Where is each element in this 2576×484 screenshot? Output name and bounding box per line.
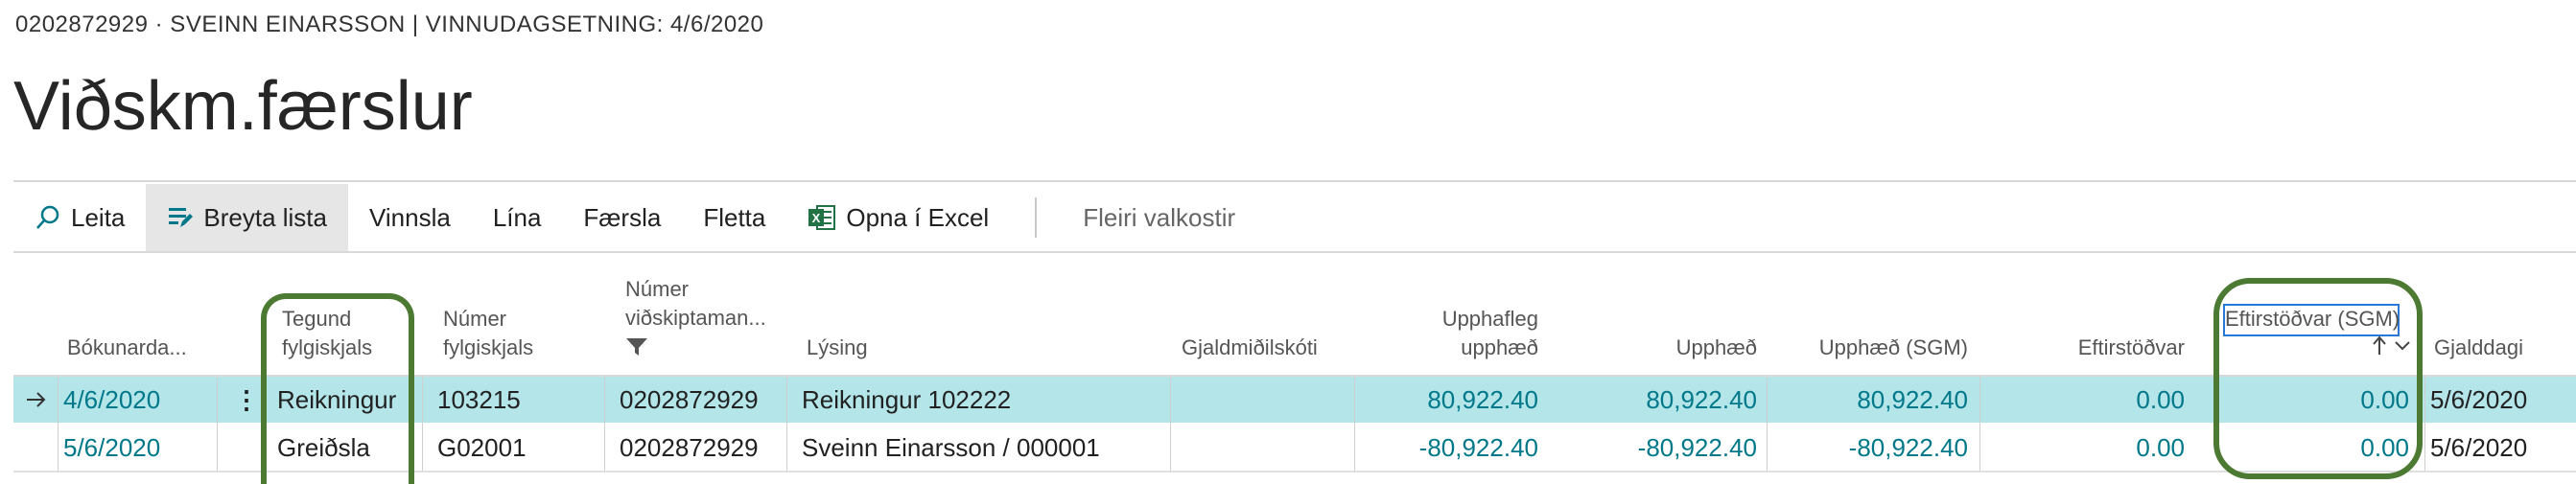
posting-date-cell[interactable]: 5/6/2020 bbox=[63, 425, 160, 471]
annotation-callout-remaining-amount-lcy bbox=[2213, 278, 2423, 479]
svg-text:X: X bbox=[812, 211, 821, 225]
column-header-amount[interactable]: Upphæð bbox=[1565, 334, 1757, 362]
document-no-cell: 103215 bbox=[437, 385, 521, 414]
description-cell: Reikningur 102222 bbox=[802, 385, 1012, 414]
process-menu[interactable]: Vinnsla bbox=[348, 184, 472, 251]
column-header-document-no[interactable]: Númer fylgiskjals bbox=[443, 305, 533, 362]
grid-line bbox=[2424, 377, 2425, 471]
search-label: Leita bbox=[71, 202, 126, 232]
grid-line bbox=[1170, 377, 1171, 471]
grid-line bbox=[786, 377, 787, 471]
divider bbox=[13, 251, 2576, 253]
column-header-currency-code[interactable]: Gjaldmiðilskóti bbox=[1182, 334, 1318, 362]
breadcrumb: 0202872929 · SVEINN EINARSSON | VINNUDAG… bbox=[15, 12, 764, 37]
document-no-cell: G02001 bbox=[437, 433, 527, 462]
grid-line bbox=[604, 377, 605, 471]
edit-list-icon bbox=[167, 204, 194, 231]
column-header-line: Númer bbox=[443, 307, 507, 331]
edit-list-button[interactable]: Breyta lista bbox=[146, 184, 348, 251]
grid-line bbox=[1354, 377, 1355, 471]
column-header-original-amount[interactable]: Upphafleg upphæð bbox=[1347, 305, 1538, 362]
column-header-amount-lcy[interactable]: Upphæð (SGM) bbox=[1776, 334, 1968, 362]
column-header-line: fylgiskjals bbox=[443, 335, 534, 359]
column-header-posting-date[interactable]: Bókunarda... bbox=[67, 334, 187, 362]
description-cell: Sveinn Einarsson / 000001 bbox=[802, 433, 1100, 462]
annotation-callout-document-type bbox=[261, 293, 414, 484]
excel-icon: X bbox=[808, 203, 836, 232]
remaining-amount-cell[interactable]: 0.00 bbox=[1993, 377, 2185, 423]
grid-line bbox=[217, 377, 218, 471]
divider bbox=[13, 180, 2576, 182]
original-amount-cell[interactable]: -80,922.40 bbox=[1347, 425, 1538, 471]
open-in-excel-label: Opna í Excel bbox=[846, 202, 990, 232]
entry-menu[interactable]: Færsla bbox=[562, 184, 682, 251]
customer-no-cell: 0202872929 bbox=[620, 433, 759, 462]
column-header-description[interactable]: Lýsing bbox=[807, 334, 868, 362]
amount-cell[interactable]: 80,922.40 bbox=[1565, 377, 1757, 423]
column-header-due-date[interactable]: Gjalddagi bbox=[2434, 334, 2523, 362]
column-header-line: viðskiptaman... bbox=[625, 306, 766, 330]
posting-date-cell[interactable]: 4/6/2020 bbox=[63, 377, 160, 423]
navigate-menu[interactable]: Fletta bbox=[682, 184, 786, 251]
due-date-cell: 5/6/2020 bbox=[2430, 433, 2528, 462]
filter-icon bbox=[625, 336, 766, 365]
column-header-customer-no[interactable]: Númer viðskiptaman... bbox=[625, 275, 766, 365]
action-bar: Leita Breyta lista Vinnsla Lína Færsla F… bbox=[13, 184, 2576, 251]
column-header-line: Upphafleg bbox=[1441, 307, 1538, 331]
more-options-button[interactable]: Fleiri valkostir bbox=[1062, 184, 1256, 251]
grid-line bbox=[58, 377, 59, 471]
customer-no-cell: 0202872929 bbox=[620, 385, 759, 414]
grid-line bbox=[422, 377, 423, 471]
amount-lcy-cell[interactable]: -80,922.40 bbox=[1776, 425, 1968, 471]
column-header-remaining-amount[interactable]: Eftirstöðvar bbox=[1993, 334, 2185, 362]
amount-lcy-cell[interactable]: 80,922.40 bbox=[1776, 377, 1968, 423]
edit-list-label: Breyta lista bbox=[203, 202, 327, 232]
search-button[interactable]: Leita bbox=[13, 184, 146, 251]
original-amount-cell[interactable]: 80,922.40 bbox=[1347, 377, 1538, 423]
toolbar-separator bbox=[1035, 197, 1038, 238]
due-date-cell: 5/6/2020 bbox=[2430, 385, 2528, 414]
amount-cell[interactable]: -80,922.40 bbox=[1565, 425, 1757, 471]
page-title: Viðskm.færslur bbox=[13, 68, 473, 145]
grid-line bbox=[1979, 377, 1980, 471]
open-in-excel-button[interactable]: X Opna í Excel bbox=[786, 184, 1010, 251]
column-header-line: Númer bbox=[625, 277, 690, 301]
row-selected-arrow-icon bbox=[23, 377, 50, 423]
line-menu[interactable]: Lína bbox=[472, 184, 563, 251]
column-header-line: upphæð bbox=[1461, 335, 1538, 359]
grid-line bbox=[1767, 377, 1768, 471]
search-icon bbox=[35, 204, 61, 231]
row-actions-ellipsis-icon[interactable]: ⋮ bbox=[232, 377, 261, 423]
remaining-amount-cell[interactable]: 0.00 bbox=[1993, 425, 2185, 471]
